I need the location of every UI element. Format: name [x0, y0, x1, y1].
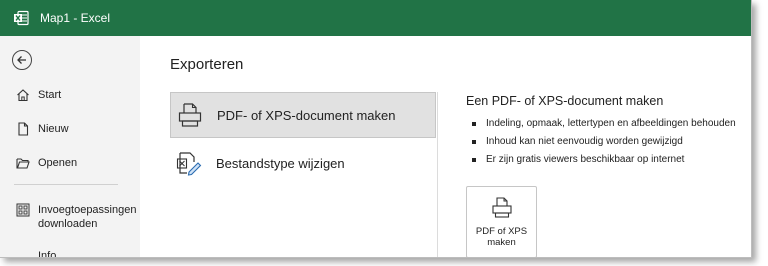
list-item: Er zijn gratis viewers beschikbaar op in…: [466, 151, 751, 169]
addins-icon: [16, 203, 30, 217]
change-filetype-icon: [176, 152, 202, 176]
sidebar-divider: [14, 184, 118, 185]
sidebar-item-info[interactable]: Info: [0, 249, 140, 258]
description-heading: Een PDF- of XPS-document maken: [466, 94, 664, 108]
list-item-text: Er zijn gratis viewers beschikbaar op in…: [486, 154, 685, 165]
back-button[interactable]: [12, 50, 32, 70]
description-list: Indeling, opmaak, lettertypen en afbeeld…: [466, 115, 751, 169]
back-arrow-icon: [17, 56, 26, 64]
home-icon: [17, 89, 29, 102]
pdf-document-icon: [178, 103, 202, 127]
sidebar-item-invoegtoepassingen[interactable]: Invoegtoepassingen downloaden: [0, 203, 140, 231]
export-option-label: Bestandstype wijzigen: [216, 155, 345, 171]
window-title: Map1 - Excel: [40, 11, 111, 25]
pdf-document-icon: [491, 197, 512, 218]
folder-icon: [16, 158, 30, 169]
sidebar-item-nieuw[interactable]: Nieuw: [0, 122, 140, 136]
bullet-icon: [472, 122, 476, 126]
list-item-text: Indeling, opmaak, lettertypen en afbeeld…: [486, 118, 736, 129]
export-panel: Exporteren PDF- of XPS-document maken Be…: [140, 36, 751, 257]
sidebar-item-openen[interactable]: Openen: [0, 156, 140, 170]
info-icon: [16, 249, 30, 257]
export-option-label: PDF- of XPS-document maken: [217, 107, 396, 123]
sidebar-item-label: Openen: [38, 157, 78, 169]
list-item: Inhoud kan niet eenvoudig worden gewijzi…: [466, 133, 751, 151]
export-description: Een PDF- of XPS-document maken Indeling,…: [466, 94, 751, 169]
list-item-text: Inhoud kan niet eenvoudig worden gewijzi…: [486, 136, 683, 147]
backstage-sidebar: Start Nieuw Openen Invoegtoepassingen do…: [0, 36, 140, 258]
sidebar-item-start[interactable]: Start: [0, 88, 140, 102]
sidebar-item-label: Invoegtoepassingen downloaden: [38, 204, 137, 230]
bullet-icon: [472, 140, 476, 144]
panel-divider: [437, 92, 438, 257]
title-bar: Map1 - Excel: [0, 0, 751, 36]
new-document-icon: [18, 122, 29, 136]
page-title: Exporteren: [170, 56, 244, 73]
bullet-icon: [472, 158, 476, 162]
create-pdf-xps-button[interactable]: PDF of XPS maken: [466, 186, 537, 257]
sidebar-item-label: Nieuw: [38, 123, 69, 135]
sidebar-item-label: Start: [38, 89, 62, 101]
sidebar-item-label: Info: [38, 250, 57, 258]
excel-backstage-window: Map1 - Excel Start Nieuw Openen Invoegto…: [0, 0, 752, 258]
export-option-change-filetype[interactable]: Bestandstype wijzigen: [170, 140, 436, 186]
create-pdf-xps-button-label: PDF of XPS maken: [475, 226, 528, 248]
list-item: Indeling, opmaak, lettertypen en afbeeld…: [466, 115, 751, 133]
excel-icon: [14, 10, 29, 26]
export-option-pdf-xps[interactable]: PDF- of XPS-document maken: [170, 92, 436, 138]
